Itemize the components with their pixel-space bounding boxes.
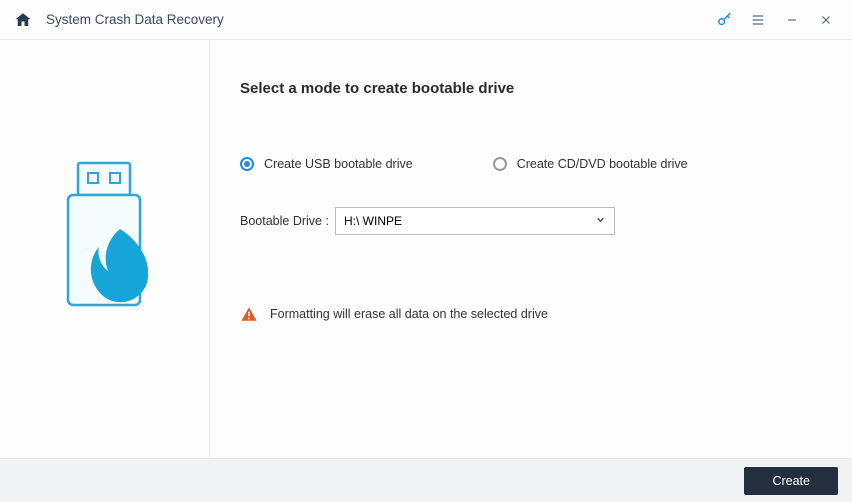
menu-icon[interactable] bbox=[746, 8, 770, 32]
option-label: Create CD/DVD bootable drive bbox=[517, 157, 688, 171]
drive-selector-row: Bootable Drive : H:\ WINPE bbox=[240, 207, 822, 235]
minimize-button[interactable] bbox=[780, 8, 804, 32]
mode-options: Create USB bootable drive Create CD/DVD … bbox=[240, 157, 822, 171]
warning-icon bbox=[240, 305, 258, 323]
radio-icon bbox=[493, 157, 507, 171]
illustration-pane bbox=[0, 40, 210, 458]
drive-label: Bootable Drive : bbox=[240, 214, 335, 228]
radio-icon bbox=[240, 157, 254, 171]
titlebar: System Crash Data Recovery bbox=[0, 0, 852, 40]
drive-select[interactable]: H:\ WINPE bbox=[335, 207, 615, 235]
warning-text: Formatting will erase all data on the se… bbox=[270, 307, 548, 321]
close-button[interactable] bbox=[814, 8, 838, 32]
option-label: Create USB bootable drive bbox=[264, 157, 413, 171]
main-heading: Select a mode to create bootable drive bbox=[240, 80, 822, 97]
warning-row: Formatting will erase all data on the se… bbox=[240, 305, 822, 323]
home-icon[interactable] bbox=[14, 11, 32, 29]
window-title: System Crash Data Recovery bbox=[46, 12, 224, 27]
chevron-down-icon bbox=[595, 214, 606, 228]
main-content: Select a mode to create bootable drive C… bbox=[210, 40, 852, 458]
drive-selected-value: H:\ WINPE bbox=[344, 214, 402, 228]
option-cddvd[interactable]: Create CD/DVD bootable drive bbox=[493, 157, 688, 171]
key-icon[interactable] bbox=[712, 8, 736, 32]
usb-flame-icon bbox=[50, 159, 160, 339]
option-usb[interactable]: Create USB bootable drive bbox=[240, 157, 413, 171]
footer: Create bbox=[0, 458, 852, 502]
create-button[interactable]: Create bbox=[744, 467, 838, 495]
